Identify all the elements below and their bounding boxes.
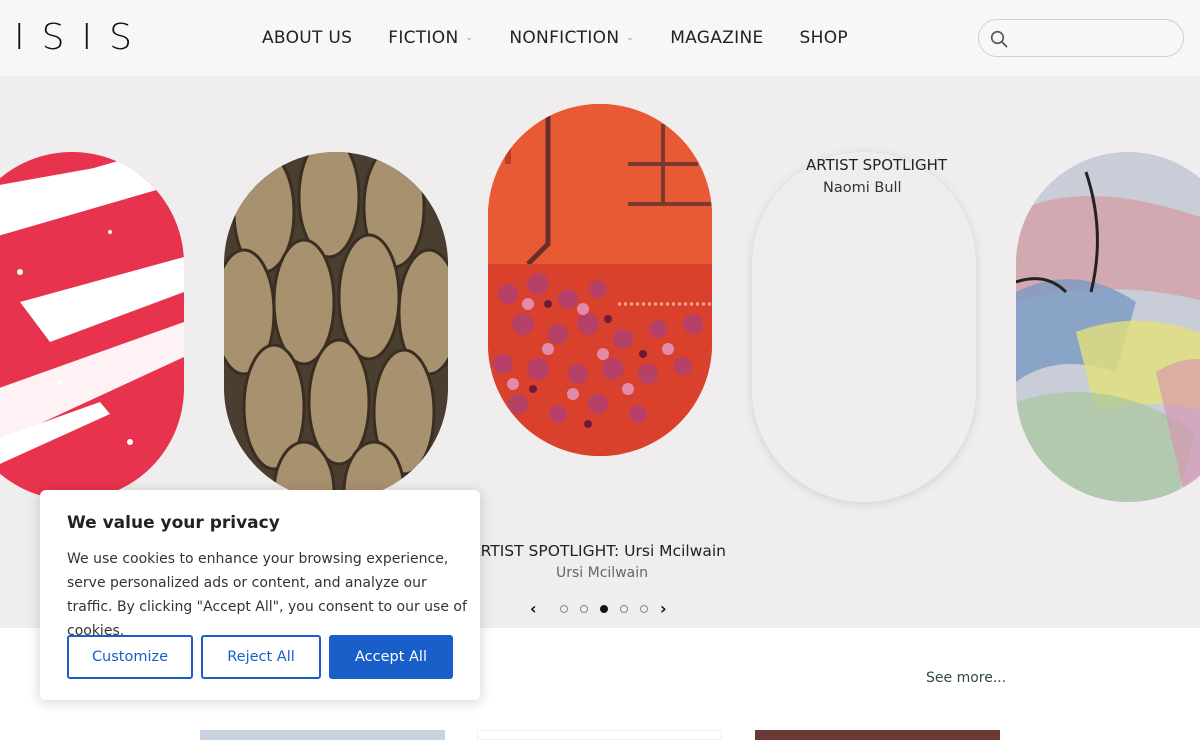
- nav-label: SHOP: [799, 28, 848, 48]
- article-thumbnail[interactable]: [477, 730, 722, 740]
- site-logo[interactable]: ISIS: [14, 18, 149, 58]
- carousel-dot-3[interactable]: [600, 605, 608, 613]
- chevron-right-icon[interactable]: ›: [660, 599, 667, 618]
- search-box[interactable]: [978, 19, 1184, 57]
- nav-item-magazine[interactable]: MAGAZINE: [670, 28, 763, 48]
- chevron-down-icon: ⌄: [626, 33, 635, 43]
- active-slide-title[interactable]: ARTIST SPOTLIGHT: Ursi Mcilwain: [470, 542, 726, 560]
- carousel-slide-1[interactable]: [0, 152, 184, 500]
- nav-label: MAGAZINE: [670, 28, 764, 48]
- nav-label: ABOUT US: [262, 28, 353, 48]
- carousel-slide-5[interactable]: [1016, 152, 1200, 502]
- active-slide-author: Ursi Mcilwain: [556, 565, 648, 581]
- search-icon[interactable]: [990, 30, 1008, 48]
- artwork-image: [224, 152, 448, 500]
- site-header: ISIS ABOUT US FICTION ⌄ NONFICTION ⌄ MAG…: [0, 0, 1200, 76]
- carousel-slide-2[interactable]: [224, 152, 448, 500]
- carousel-dot-4[interactable]: [620, 605, 628, 613]
- carousel-dot-1[interactable]: [560, 605, 568, 613]
- slide-author: Naomi Bull: [823, 180, 902, 196]
- accept-all-button[interactable]: Accept All: [329, 635, 453, 679]
- artwork-image: [0, 152, 184, 500]
- cookie-consent-banner: We value your privacy We use cookies to …: [40, 490, 480, 700]
- nav-item-nonfiction[interactable]: NONFICTION ⌄: [509, 28, 634, 48]
- nav-label: NONFICTION: [509, 28, 620, 48]
- carousel-dot-2[interactable]: [580, 605, 588, 613]
- chevron-left-icon[interactable]: ‹: [530, 599, 537, 618]
- article-thumbnail[interactable]: [200, 730, 445, 740]
- carousel-slide-3[interactable]: [488, 104, 712, 456]
- reject-all-button[interactable]: Reject All: [201, 635, 321, 679]
- nav-item-about-us[interactable]: ABOUT US: [262, 28, 352, 48]
- carousel-dot-5[interactable]: [640, 605, 648, 613]
- nav-label: FICTION: [388, 28, 459, 48]
- article-thumbnail[interactable]: [755, 730, 1000, 740]
- cookie-text: We use cookies to enhance your browsing …: [67, 551, 467, 639]
- chevron-down-icon: ⌄: [465, 33, 474, 43]
- artwork-image: [488, 104, 712, 456]
- search-input[interactable]: [1015, 26, 1175, 50]
- customize-button[interactable]: Customize: [67, 635, 193, 679]
- nav-item-shop[interactable]: SHOP: [800, 28, 848, 48]
- see-more-link[interactable]: See more...: [926, 670, 1006, 686]
- cookie-title: We value your privacy: [67, 513, 280, 533]
- main-nav: ABOUT US FICTION ⌄ NONFICTION ⌄ MAGAZINE…: [262, 26, 848, 50]
- carousel-slide-4[interactable]: [752, 152, 976, 502]
- nav-item-fiction[interactable]: FICTION ⌄: [388, 28, 473, 48]
- slide-title[interactable]: ARTIST SPOTLIGHT: [806, 156, 947, 174]
- artwork-image: [1016, 152, 1200, 502]
